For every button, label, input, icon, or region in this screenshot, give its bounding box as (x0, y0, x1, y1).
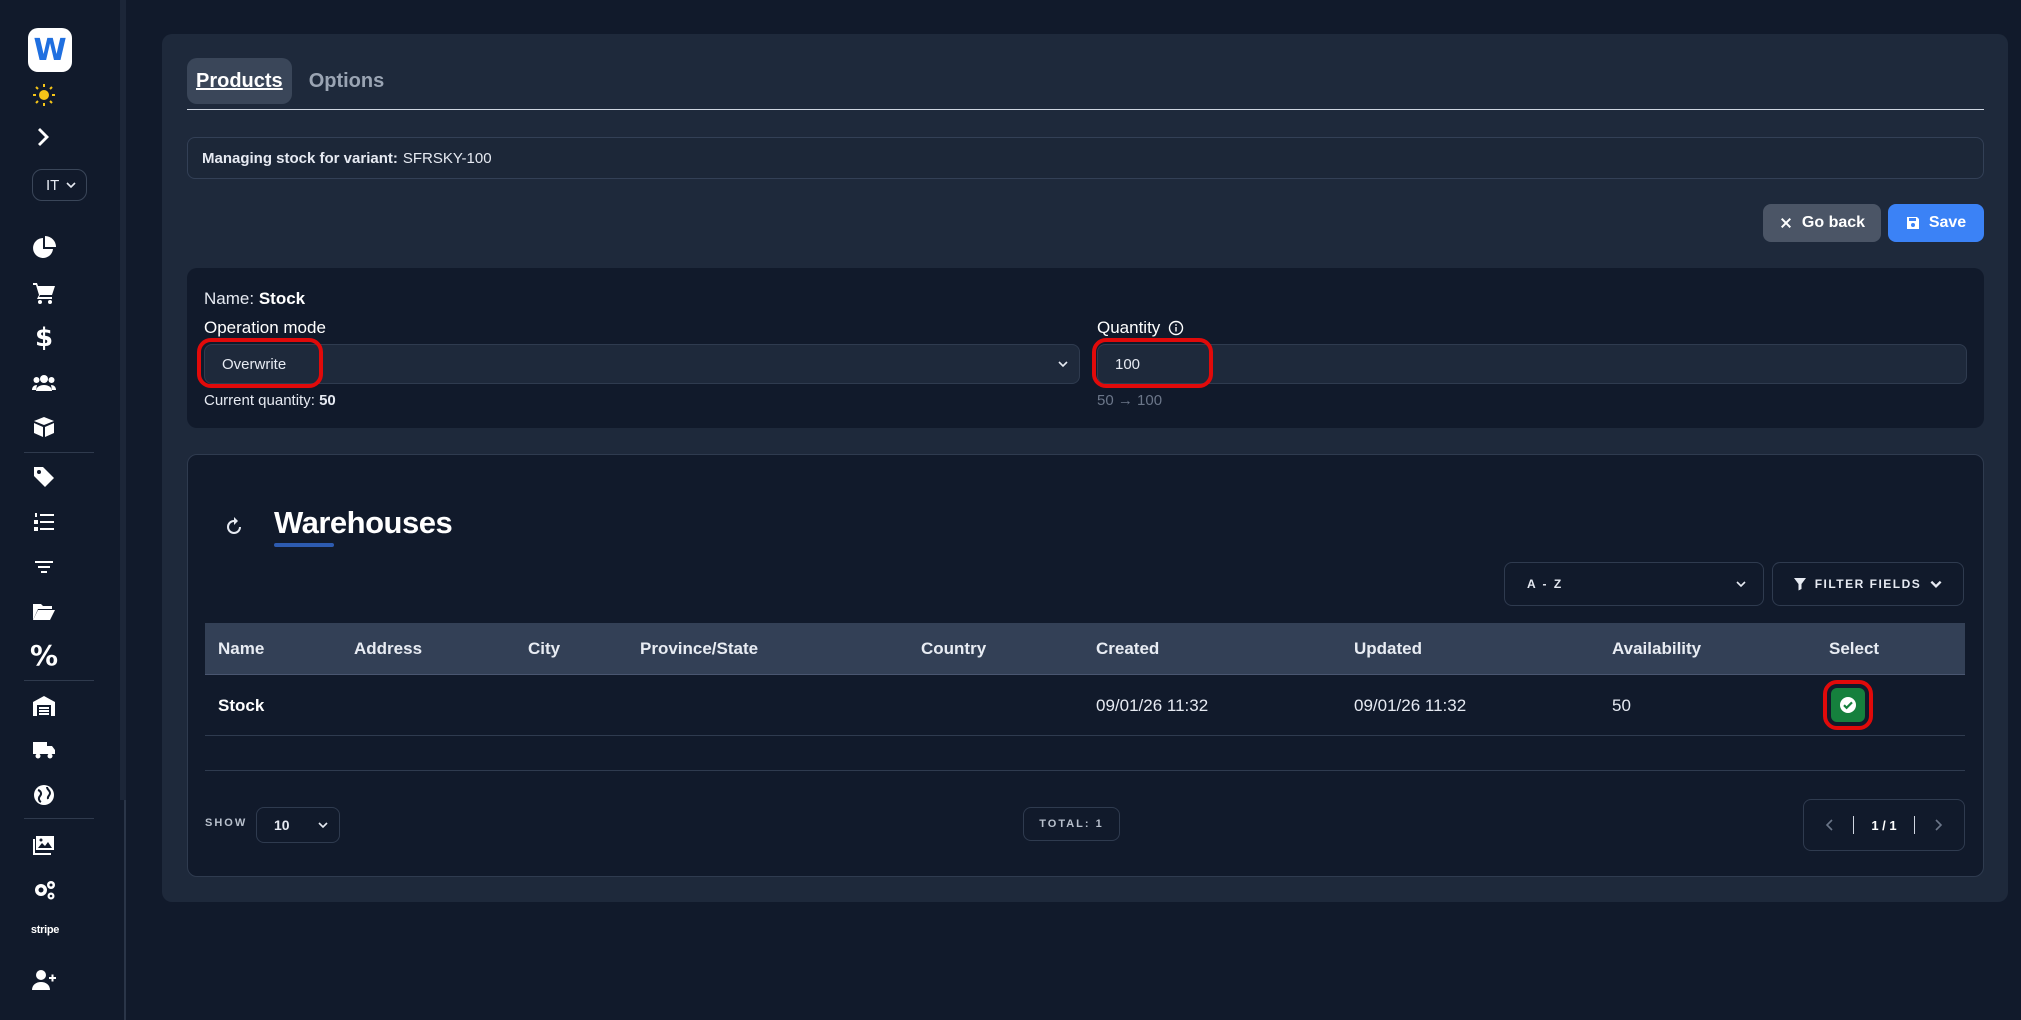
gears-icon[interactable] (26, 875, 62, 905)
go-back-button[interactable]: Go back (1763, 204, 1881, 242)
filter-fields-label: FILTER FIELDS (1814, 577, 1922, 591)
sun-icon[interactable] (26, 80, 62, 110)
images-icon[interactable] (26, 830, 62, 860)
page-size-select[interactable]: 10 (256, 807, 340, 843)
filter-lines-icon[interactable] (26, 552, 62, 582)
save-label: Save (1928, 214, 1967, 231)
sort-value: A - Z (1527, 577, 1564, 591)
filter-fields-button[interactable]: FILTER FIELDS (1772, 562, 1964, 606)
pagination: 1 / 1 (1803, 799, 1965, 851)
column-header-select-label: Select (1829, 639, 1880, 658)
chevron-down-icon (1930, 580, 1942, 588)
pagination-separator (1853, 816, 1855, 834)
cell-created: 09/01/26 11:32 (1096, 696, 1209, 715)
variant-info-bar: Managing stock for variant: SFRSKY-100 (187, 137, 1984, 179)
users-icon[interactable] (26, 368, 62, 398)
variant-code: SFRSKY-100 (402, 149, 492, 167)
tab-products[interactable]: Products (187, 58, 292, 104)
sidebar-scrollbar[interactable] (120, 0, 126, 800)
chart-pie-icon[interactable] (26, 233, 62, 263)
language-value: IT (46, 176, 60, 194)
pagination-status: 1 / 1 (1871, 817, 1897, 833)
stock-name-value: Stock (258, 289, 306, 308)
chevron-down-icon (1058, 361, 1068, 368)
quantity-highlight (1092, 338, 1213, 388)
chevron-down-icon (318, 822, 328, 829)
chevron-down-icon (66, 182, 76, 189)
info-icon[interactable] (1168, 320, 1184, 336)
column-header-province[interactable]: Province/State (640, 639, 758, 659)
chevron-down-icon (1736, 581, 1746, 588)
sidebar-divider (24, 452, 94, 453)
sidebar-divider (24, 818, 94, 819)
cart-icon[interactable] (26, 278, 62, 308)
stripe-logo[interactable]: stripe (28, 924, 62, 936)
column-header-availability[interactable]: Availability (1612, 639, 1701, 659)
quantity-label-row: Quantity (1097, 318, 1184, 338)
stock-name: Name: Stock (204, 289, 305, 309)
warehouses-panel: Warehouses A - Z FILTER FIELDS Name Addr… (187, 454, 1984, 877)
show-label: SHOW (205, 817, 248, 829)
quantity-change-preview: 50 → 100 (1097, 392, 1163, 409)
column-header-city[interactable]: City (528, 639, 560, 659)
operation-mode-select[interactable]: Overwrite (204, 344, 1080, 384)
column-header-address[interactable]: Address (354, 639, 422, 659)
close-icon (1780, 218, 1791, 228)
quantity-input[interactable]: 100 (1097, 344, 1967, 384)
table-row[interactable]: Stock 09/01/26 11:32 09/01/26 11:32 50 (205, 675, 1965, 736)
warehouse-icon[interactable] (26, 691, 62, 721)
list-ordered-icon[interactable] (26, 507, 62, 537)
user-plus-icon[interactable] (26, 965, 62, 995)
filter-icon (1793, 578, 1806, 591)
quantity-label: Quantity (1097, 318, 1161, 337)
language-select[interactable]: IT (32, 169, 87, 201)
total-count-badge: TOTAL: 1 (1023, 807, 1120, 841)
box-icon[interactable] (26, 412, 62, 442)
save-button[interactable]: Save (1888, 204, 1984, 242)
current-quantity-label: Current quantity: (204, 392, 315, 409)
operation-mode-label: Operation mode (204, 318, 326, 337)
chevron-right-icon[interactable] (1932, 819, 1944, 831)
select-highlight (1823, 680, 1873, 730)
tab-options[interactable]: Options (300, 58, 394, 104)
page-size-value: 10 (274, 817, 290, 833)
stock-name-label: Name: (204, 289, 255, 308)
column-header-name[interactable]: Name (218, 639, 264, 659)
floppy-disk-icon (1906, 217, 1919, 229)
column-header-created[interactable]: Created (1096, 639, 1159, 659)
operation-mode-highlight (197, 338, 323, 388)
column-header-updated[interactable]: Updated (1354, 639, 1422, 659)
refresh-icon[interactable] (222, 515, 246, 539)
table-footer-divider (205, 770, 1965, 771)
tags-icon[interactable] (26, 462, 62, 492)
variant-label: Managing stock for variant: (202, 149, 398, 167)
current-quantity: Current quantity: 50 (204, 392, 336, 409)
folder-open-icon[interactable] (26, 597, 62, 627)
main-card: Products Options Managing stock for vari… (162, 34, 2008, 902)
go-back-label: Go back (1801, 214, 1866, 231)
cell-name: Stock (218, 696, 265, 715)
stock-edit-panel: Name: Stock Operation mode Overwrite Cur… (187, 268, 1984, 428)
tab-bar: Products Options (187, 58, 1984, 110)
dollar-icon[interactable]: $ (26, 323, 62, 353)
current-quantity-value: 50 (319, 392, 336, 409)
pagination-separator (1913, 816, 1915, 834)
truck-icon[interactable] (26, 735, 62, 765)
sidebar: W IT $ % stripe (0, 0, 126, 1020)
percent-icon[interactable]: % (26, 639, 62, 672)
sidebar-divider (24, 680, 94, 681)
chevron-left-icon[interactable] (1824, 819, 1836, 831)
chevron-right-icon[interactable] (26, 122, 62, 152)
cell-updated: 09/01/26 11:32 (1354, 696, 1467, 715)
title-underline (274, 543, 334, 547)
globe-icon[interactable] (26, 780, 62, 810)
warehouses-title: Warehouses (274, 505, 453, 540)
app-logo[interactable]: W (28, 28, 72, 72)
table-header: Name Address City Province/State Country… (205, 623, 1965, 675)
cell-availability: 50 (1612, 696, 1631, 715)
column-header-country[interactable]: Country (921, 639, 986, 659)
sort-select[interactable]: A - Z (1504, 562, 1764, 606)
